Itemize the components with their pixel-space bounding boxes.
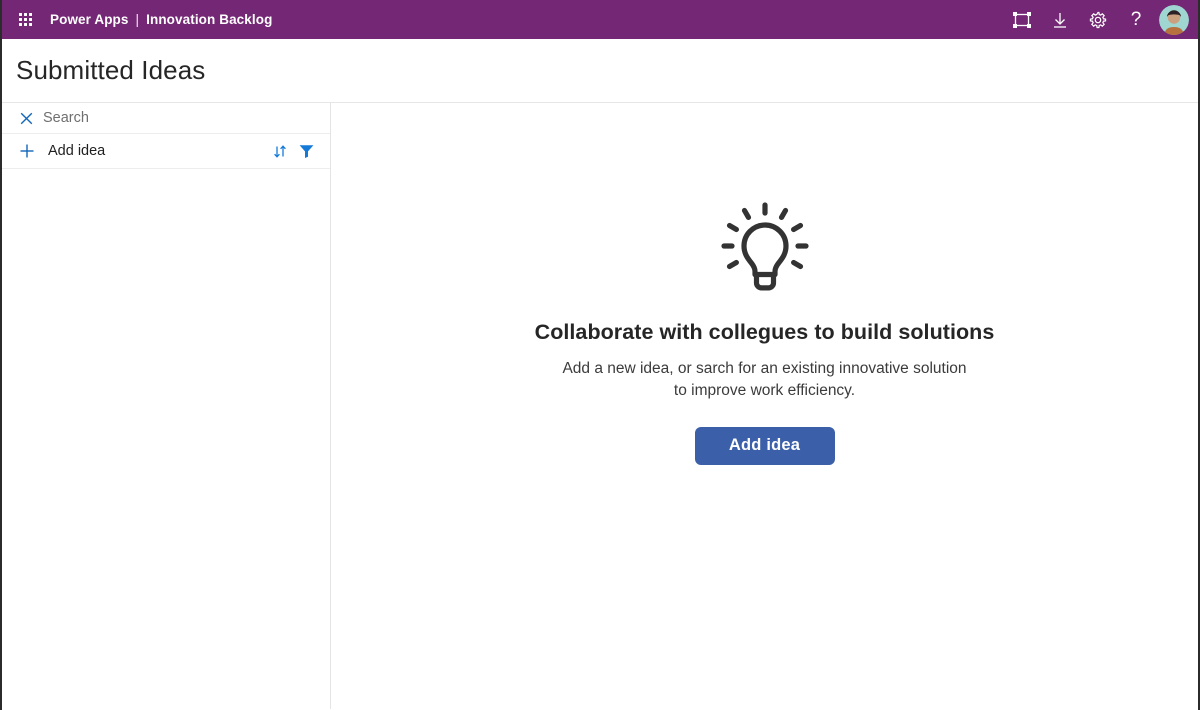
page-title-bar: Submitted Ideas (2, 39, 1198, 103)
waffle-dot (23, 18, 27, 21)
waffle-dot (18, 23, 22, 26)
plus-icon[interactable] (19, 143, 35, 159)
ideas-gallery-panel: Search Add idea (2, 103, 331, 709)
ideas-detail-canvas: Collaborate with collegues to build solu… (331, 103, 1198, 709)
waffle-grid (18, 13, 32, 26)
search-placeholder: Search (43, 110, 89, 126)
app-launcher-waffle-icon[interactable] (10, 5, 40, 35)
top-navigation-bar: Power Apps | Innovation Backlog ? (2, 0, 1198, 39)
product-name[interactable]: Power Apps (50, 12, 129, 27)
app-window: Power Apps | Innovation Backlog ? Submit… (0, 0, 1200, 710)
waffle-dot (28, 18, 32, 21)
avatar[interactable] (1159, 4, 1189, 35)
brand-breadcrumb: Power Apps | Innovation Backlog (50, 12, 272, 27)
waffle-dot (18, 18, 22, 21)
waffle-dot (23, 13, 27, 16)
page-title: Submitted Ideas (16, 55, 206, 85)
close-x-icon[interactable] (19, 111, 34, 126)
help-icon[interactable]: ? (1117, 1, 1155, 39)
lightbulb-icon (719, 199, 811, 295)
empty-state-subtext: Add a new idea, or sarch for an existing… (562, 360, 967, 400)
empty-state: Collaborate with collegues to build solu… (331, 199, 1198, 465)
waffle-dot (18, 13, 22, 16)
add-idea-button[interactable]: Add idea (694, 426, 835, 465)
topbar-icon-group: ? (1003, 1, 1192, 39)
add-idea-row: Add idea (2, 134, 330, 169)
filter-funnel-icon[interactable] (295, 141, 317, 161)
download-icon[interactable] (1041, 1, 1079, 39)
main-content: Search Add idea Collaborate with collegu… (2, 103, 1198, 709)
gear-icon[interactable] (1079, 1, 1117, 39)
ideas-list[interactable] (2, 169, 330, 709)
search-input[interactable]: Search (2, 103, 330, 134)
sort-arrows-icon[interactable] (269, 141, 291, 161)
add-idea-label[interactable]: Add idea (48, 143, 265, 159)
breadcrumb-separator: | (135, 12, 140, 27)
waffle-dot (23, 23, 27, 26)
waffle-dot (28, 13, 32, 16)
fit-to-screen-icon[interactable] (1003, 1, 1041, 39)
empty-state-heading: Collaborate with collegues to build solu… (534, 320, 995, 344)
help-question-glyph: ? (1130, 9, 1142, 30)
app-name[interactable]: Innovation Backlog (146, 12, 272, 27)
waffle-dot (28, 23, 32, 26)
